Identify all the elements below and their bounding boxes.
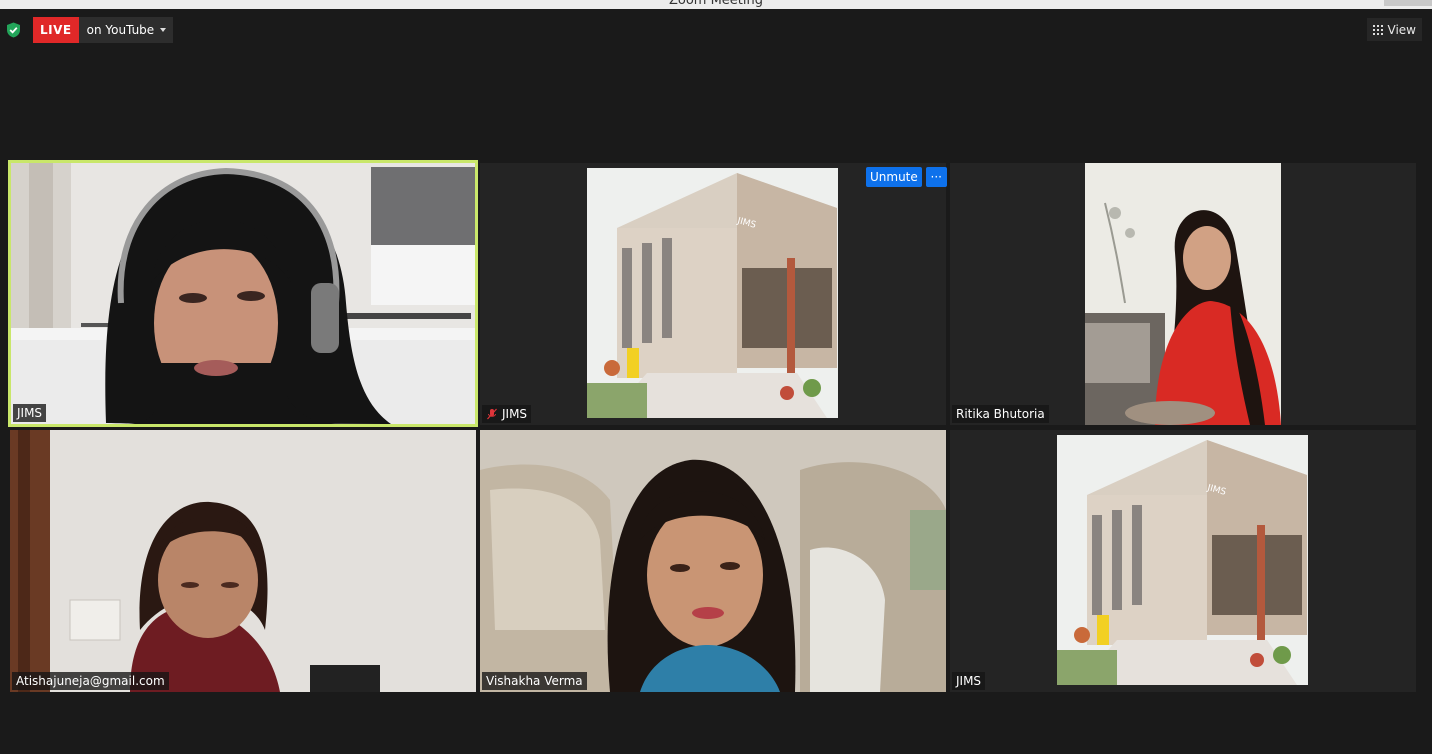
participant-name: JIMS — [502, 407, 528, 421]
participant-name: Vishakha Verma — [486, 674, 583, 688]
participant-name: JIMS — [17, 406, 43, 420]
live-target-dropdown[interactable]: on YouTube — [78, 17, 174, 43]
tile-controls: Unmute ··· — [866, 167, 947, 187]
window-title: Zoom Meeting — [668, 0, 764, 8]
view-label: View — [1387, 22, 1416, 37]
participant-video — [10, 430, 476, 692]
participant-video: JIMS — [587, 168, 838, 418]
participant-name: Atishajuneja@gmail.com — [16, 674, 165, 688]
live-stream-indicator[interactable]: LIVE on YouTube — [33, 17, 174, 43]
participant-video — [480, 430, 946, 692]
participant-video — [11, 163, 475, 424]
shield-icon[interactable] — [6, 22, 21, 38]
participant-name: Ritika Bhutoria — [956, 407, 1045, 421]
more-options-button[interactable]: ··· — [925, 167, 947, 187]
participant-name-label: JIMS — [482, 405, 532, 423]
participant-name-label: JIMS — [13, 404, 47, 422]
video-tile-jims-building[interactable]: JIMS JIMS — [480, 163, 946, 425]
view-button[interactable]: View — [1366, 18, 1422, 41]
live-badge: LIVE — [33, 17, 79, 43]
participant-name-label: Atishajuneja@gmail.com — [12, 672, 169, 690]
video-tile-vishakha-verma[interactable]: Vishakha Verma — [480, 430, 946, 692]
participant-video: JIMS — [1057, 435, 1308, 685]
video-tile-atishajuneja[interactable]: Atishajuneja@gmail.com — [10, 430, 476, 692]
participant-name: JIMS — [956, 674, 982, 688]
grid-view-icon — [1372, 24, 1383, 35]
video-tile-ritika-bhutoria[interactable]: Ritika Bhutoria — [950, 163, 1416, 425]
participant-name-label: Vishakha Verma — [482, 672, 587, 690]
window-controls[interactable] — [1384, 0, 1432, 6]
window-title-bar: Zoom Meeting — [0, 0, 1432, 9]
participant-name-label: Ritika Bhutoria — [952, 405, 1049, 423]
participant-name-label: JIMS — [952, 672, 986, 690]
chevron-down-icon — [160, 28, 167, 32]
live-target-label: on YouTube — [86, 23, 155, 37]
muted-mic-icon — [487, 408, 497, 420]
participant-video — [1085, 163, 1281, 425]
unmute-button[interactable]: Unmute — [866, 167, 922, 187]
video-tile-jims-building-2[interactable]: JIMS JIMS — [950, 430, 1416, 692]
video-tile-jims-speaker[interactable]: JIMS — [8, 160, 478, 427]
